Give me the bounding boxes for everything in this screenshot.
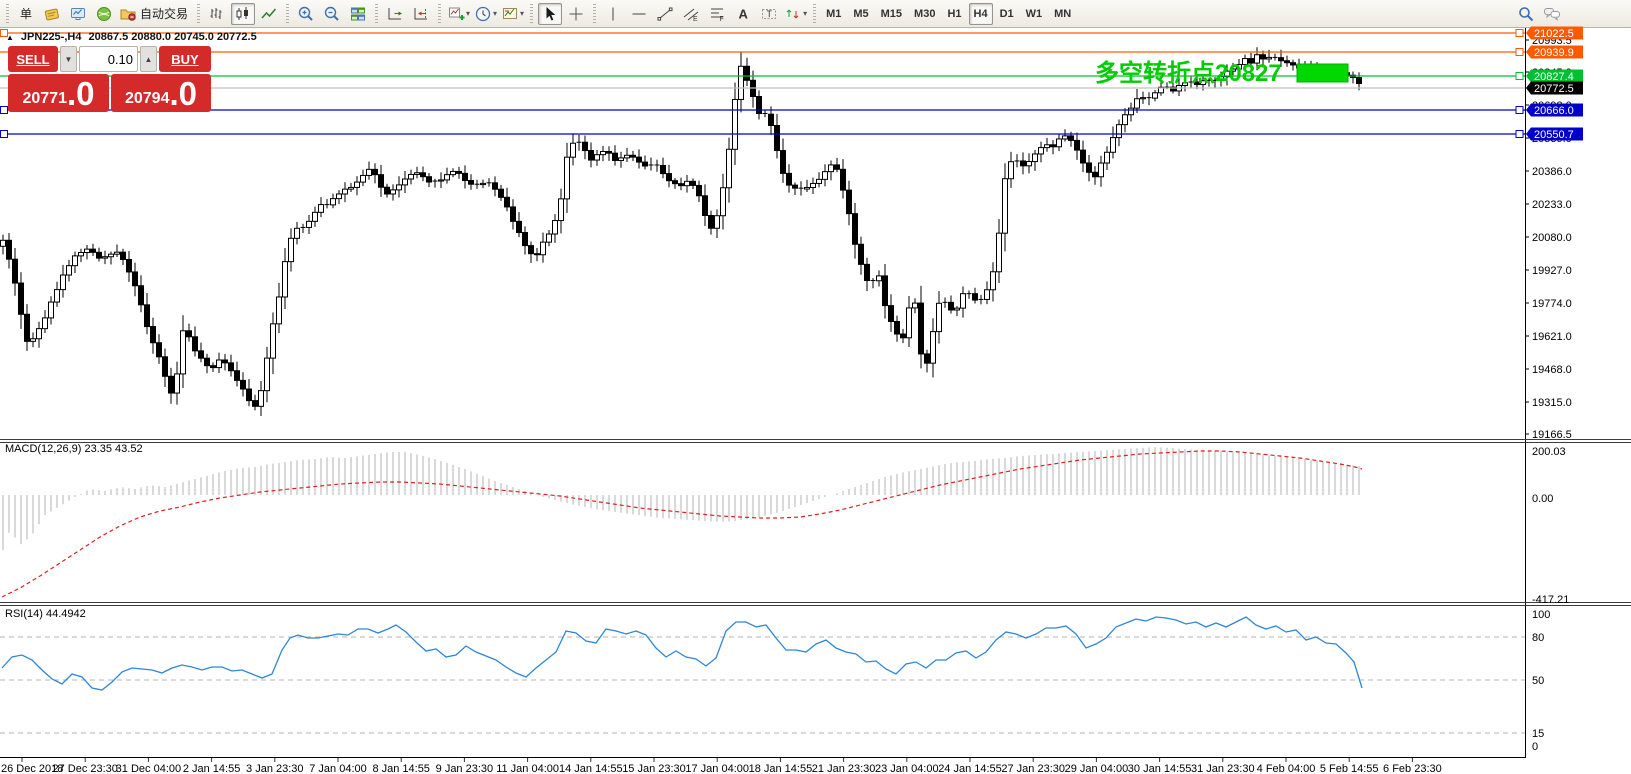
rsi-edge-label: 0 bbox=[1532, 741, 1538, 753]
time-tick-label: 21 Jan 23:30 bbox=[812, 763, 876, 774]
time-tick-label: 24 Jan 14:55 bbox=[938, 763, 1002, 774]
rsi-label: RSI(14) 44.4942 bbox=[5, 608, 86, 620]
time-tick-label: 27 Dec 23:30 bbox=[52, 763, 117, 774]
macd-scale-label: 0.00 bbox=[1532, 493, 1553, 505]
buy-price-display[interactable]: 20794.0 bbox=[111, 74, 211, 112]
time-tick-label: 31 Jan 23:30 bbox=[1191, 763, 1255, 774]
chart-plot-area[interactable] bbox=[0, 28, 1525, 757]
time-tick-label: 18 Jan 14:55 bbox=[749, 763, 813, 774]
line-anchor-marker[interactable] bbox=[1516, 30, 1523, 37]
macd-scale-label: 200.03 bbox=[1532, 446, 1566, 458]
time-tick-label: 4 Feb 04:00 bbox=[1257, 763, 1316, 774]
time-tick-label: 23 Jan 04:00 bbox=[875, 763, 939, 774]
time-tick-label: 2 Jan 14:55 bbox=[183, 763, 241, 774]
ohlc-values: 20867.5 20880.0 20745.0 20772.5 bbox=[88, 31, 256, 43]
price-tag-text: 20772.5 bbox=[1534, 83, 1574, 95]
annotation-text[interactable]: 多空转折点20827 bbox=[1095, 59, 1282, 87]
price-tag-20666.0: 20666.0 bbox=[1526, 104, 1583, 118]
chart-window-title: ▲ JPN225-,H4 20867.5 20880.0 20745.0 207… bbox=[6, 31, 257, 43]
time-tick-label: 31 Dec 04:00 bbox=[116, 763, 181, 774]
time-tick-label: 14 Jan 14:55 bbox=[559, 763, 623, 774]
time-tick-label: 30 Jan 14:55 bbox=[1128, 763, 1192, 774]
line-anchor-marker[interactable] bbox=[1, 107, 8, 114]
rsi-level-label: 50 bbox=[1532, 675, 1544, 687]
price-tag-text: 20666.0 bbox=[1534, 105, 1574, 117]
price-tick-label: 19927.0 bbox=[1532, 265, 1572, 277]
macd-scale-label: -417.21 bbox=[1532, 594, 1569, 606]
sell-price-display[interactable]: 20771.0 bbox=[8, 74, 109, 112]
time-tick-label: 8 Jan 14:55 bbox=[372, 763, 430, 774]
price-tag-text: 21022.5 bbox=[1534, 28, 1574, 40]
line-anchor-marker[interactable] bbox=[1516, 73, 1523, 80]
time-tick-label: 11 Jan 04:00 bbox=[496, 763, 559, 774]
line-anchor-marker[interactable] bbox=[1, 131, 8, 138]
price-tag-20827.4: 20827.4 bbox=[1526, 70, 1583, 84]
rsi-level-label: 15 bbox=[1532, 728, 1544, 740]
price-tag-20772.5: 20772.5 bbox=[1526, 82, 1583, 96]
one-click-trading-panel: SELL ▼ ▲ BUY 20771.0 20794.0 bbox=[8, 46, 211, 112]
line-anchor-marker[interactable] bbox=[1516, 49, 1523, 56]
symbol-period-label: JPN225-,H4 bbox=[21, 31, 82, 43]
price-tag-20939.9: 20939.9 bbox=[1526, 46, 1583, 60]
time-tick-label: 27 Jan 23:30 bbox=[1001, 763, 1065, 774]
price-tick-label: 19774.0 bbox=[1532, 298, 1572, 310]
price-tag-21022.5: 21022.5 bbox=[1526, 27, 1583, 41]
line-anchor-marker[interactable] bbox=[1516, 107, 1523, 114]
buy-price-big: .0 bbox=[169, 77, 197, 110]
price-tick-label: 20080.0 bbox=[1532, 232, 1572, 244]
time-tick-label: 9 Jan 23:30 bbox=[436, 763, 494, 774]
buy-price-main: 20794 bbox=[125, 91, 170, 110]
price-tick-label: 19468.0 bbox=[1532, 364, 1572, 376]
line-anchor-marker[interactable] bbox=[1516, 131, 1523, 138]
chart-canvas[interactable]: 多空转折点2082720993.520845.020692.020539.020… bbox=[0, 0, 1631, 774]
price-tick-label: 20386.0 bbox=[1532, 166, 1572, 178]
price-tag-text: 20827.4 bbox=[1534, 71, 1574, 83]
price-tick-label: 19315.0 bbox=[1532, 397, 1572, 409]
volume-up-button[interactable]: ▲ bbox=[140, 46, 157, 72]
price-tag-text: 20939.9 bbox=[1534, 47, 1574, 59]
time-tick-label: 15 Jan 23:30 bbox=[622, 763, 686, 774]
rsi-level-label: 80 bbox=[1532, 632, 1544, 644]
volume-input[interactable] bbox=[79, 46, 138, 72]
annotation-rectangle[interactable] bbox=[1297, 64, 1348, 82]
time-tick-label: 3 Jan 23:30 bbox=[246, 763, 304, 774]
price-tick-label: 19621.0 bbox=[1532, 331, 1572, 343]
price-tick-label: 20233.0 bbox=[1532, 199, 1572, 211]
time-tick-label: 5 Feb 14:55 bbox=[1320, 763, 1379, 774]
volume-down-button[interactable]: ▼ bbox=[60, 46, 77, 72]
time-tick-label: 17 Jan 04:00 bbox=[685, 763, 749, 774]
sell-button[interactable]: SELL bbox=[8, 46, 58, 72]
price-tag-20550.7: 20550.7 bbox=[1526, 128, 1583, 142]
sell-price-main: 20771 bbox=[22, 91, 67, 110]
time-tick-label: 7 Jan 04:00 bbox=[309, 763, 367, 774]
price-tick-label: 19166.5 bbox=[1532, 429, 1572, 441]
macd-label: MACD(12,26,9) 23.35 43.52 bbox=[5, 443, 143, 455]
time-tick-label: 6 Feb 23:30 bbox=[1383, 763, 1442, 774]
buy-button[interactable]: BUY bbox=[159, 46, 211, 72]
trading-terminal: 单自动交易▾▾▾EFAT▾M1M5M15M30H1H4D1W1MN 多空转折点2… bbox=[0, 0, 1631, 774]
time-tick-label: 29 Jan 04:00 bbox=[1065, 763, 1129, 774]
price-tag-text: 20550.7 bbox=[1534, 129, 1574, 141]
sell-price-big: .0 bbox=[67, 77, 95, 110]
collapse-arrow-icon[interactable]: ▲ bbox=[6, 33, 14, 42]
rsi-edge-label: 100 bbox=[1532, 609, 1550, 621]
